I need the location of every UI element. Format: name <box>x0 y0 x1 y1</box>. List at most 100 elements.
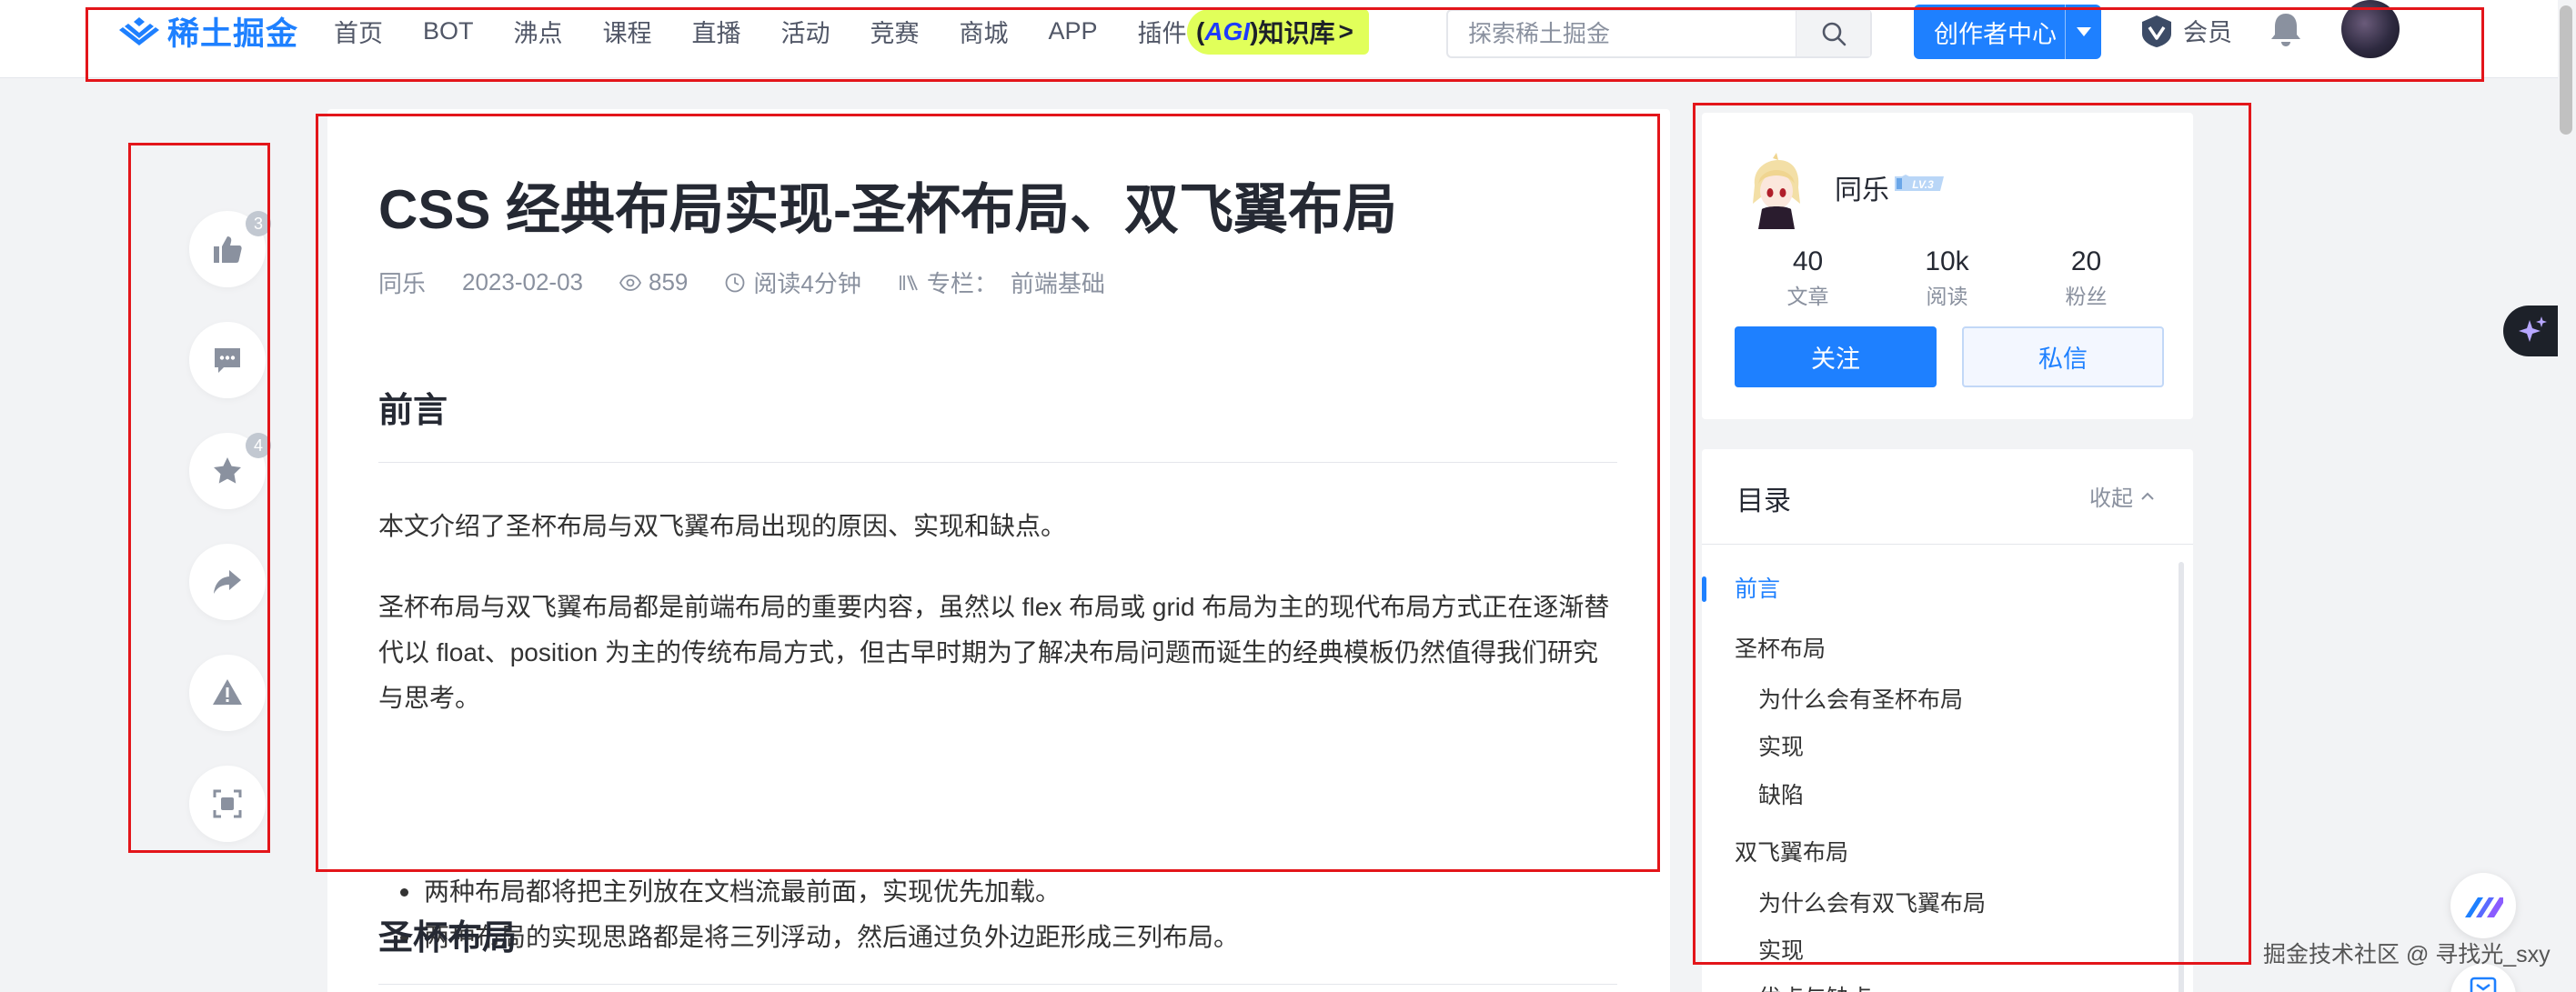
collect-count-badge: 4 <box>246 433 271 458</box>
toc-item[interactable]: 缺陷 <box>1758 777 1804 810</box>
juejin-logo[interactable]: 稀土掘金 <box>118 13 298 52</box>
nav-item-app[interactable]: APP <box>1049 17 1098 45</box>
agi-paren-open: ( <box>1196 17 1205 45</box>
nav-item-events[interactable]: 活动 <box>781 14 830 49</box>
stat-followers[interactable]: 20 粉丝 <box>2017 244 2156 313</box>
view-count-value: 859 <box>649 268 689 296</box>
body-paragraph: 圣杯布局与双飞翼布局都是前端布局的重要内容，虽然以 flex 布局或 grid … <box>378 593 1610 712</box>
read-time: 阅读4分钟 <box>724 266 861 299</box>
section-heading-holy-grail: 圣杯布局 <box>378 919 518 957</box>
user-avatar[interactable] <box>2341 0 2400 58</box>
like-count-badge: 3 <box>246 211 271 236</box>
nav-item-shop[interactable]: 商城 <box>960 14 1009 49</box>
level-text: LV.3 <box>1912 178 1934 191</box>
assistant-logo-icon <box>2465 897 2503 917</box>
top-navbar: 稀土掘金 首页 BOT 沸点 课程 直播 活动 竞赛 商城 APP 插件 (AG… <box>0 0 2576 78</box>
stat-label: 文章 <box>1786 285 1829 308</box>
nav-item-pins[interactable]: 沸点 <box>514 14 563 49</box>
toc-item[interactable]: 实现 <box>1758 933 1804 966</box>
search-button[interactable] <box>1796 11 1870 56</box>
toc-divider <box>1702 544 2193 545</box>
notification-bell-icon[interactable] <box>2269 11 2303 47</box>
creator-dropdown-button[interactable] <box>2065 5 2101 59</box>
nav-item-bot[interactable]: BOT <box>423 17 474 45</box>
author-avatar[interactable] <box>1738 153 1815 229</box>
nav-item-courses[interactable]: 课程 <box>603 14 652 49</box>
eye-icon <box>619 274 642 291</box>
main-nav: 首页 BOT 沸点 课程 直播 活动 竞赛 商城 APP 插件 <box>334 13 1227 49</box>
comment-button[interactable] <box>189 322 266 398</box>
article-content: CSS 经典布局实现-圣杯布局、双飞翼布局 同乐 2023-02-03 859 … <box>327 109 1670 992</box>
collect-button[interactable]: 4 <box>189 433 271 509</box>
like-button[interactable]: 3 <box>189 211 271 287</box>
caret-down-icon <box>2076 27 2091 36</box>
toc-active-indicator <box>1702 576 1706 602</box>
toc-item[interactable]: 为什么会有圣杯布局 <box>1758 682 1963 715</box>
fullscreen-button[interactable] <box>189 766 266 842</box>
toc-item[interactable]: 优点与缺点 <box>1758 980 1872 992</box>
read-time-value: 阅读4分钟 <box>753 270 861 297</box>
toc-title: 目录 <box>1736 486 1791 516</box>
list-item: 两种布局的实现思路都是将三列浮动，然后通过负外边距形成三列布局。 <box>378 915 1617 960</box>
vip-icon <box>2142 15 2171 47</box>
column-name-link[interactable]: 前端基础 <box>1011 266 1105 299</box>
watermark: 掘金技术社区 @ 寻找光_sxy <box>2263 942 2551 967</box>
page: 稀土掘金 首页 BOT 沸点 课程 直播 活动 竞赛 商城 APP 插件 (AG… <box>0 0 2576 992</box>
thumbs-up-icon <box>214 236 242 263</box>
share-button[interactable] <box>189 544 266 620</box>
agi-text: AGI <box>1204 17 1251 45</box>
article-title: CSS 经典布局实现-圣杯布局、双飞翼布局 <box>378 179 1398 240</box>
author-card: 同乐 LV.3 40 文章 10k 阅读 20 粉丝 关注 私信 <box>1702 113 2193 419</box>
vip-label: 会员 <box>2183 19 2232 46</box>
toc-item[interactable]: 圣杯布局 <box>1735 631 1826 664</box>
creator-center-label: 创作者中心 <box>1934 20 2057 48</box>
stat-value: 10k <box>1925 246 1969 276</box>
toc-collapse-button[interactable]: 收起 <box>2089 480 2157 512</box>
heading-divider <box>378 462 1617 463</box>
article-action-bar: 3 4 <box>189 211 271 877</box>
search-box <box>1446 9 1872 58</box>
author-name[interactable]: 同乐 <box>1835 167 1889 207</box>
author-name-link[interactable]: 同乐 <box>378 266 426 299</box>
nav-item-plugins[interactable]: 插件 <box>1138 14 1187 49</box>
chevron-up-icon <box>2141 492 2154 500</box>
heading-divider <box>378 984 1617 985</box>
star-icon <box>214 457 241 484</box>
juejin-assistant-button[interactable] <box>2450 873 2516 938</box>
private-message-button[interactable]: 私信 <box>1962 326 2164 387</box>
ai-assistant-button[interactable] <box>2503 306 2561 356</box>
view-count: 859 <box>619 268 688 296</box>
juejin-logo-icon <box>119 17 159 45</box>
toc-item[interactable]: 实现 <box>1758 729 1804 762</box>
toc-item[interactable]: 双飞翼布局 <box>1735 835 1848 867</box>
report-button[interactable] <box>189 655 266 731</box>
stat-value: 20 <box>2070 246 2102 276</box>
creator-center-button[interactable]: 创作者中心 <box>1914 5 2101 59</box>
publish-date: 2023-02-03 <box>462 268 584 296</box>
search-input[interactable] <box>1448 11 1797 56</box>
toc-collapse-label: 收起 <box>2089 486 2133 511</box>
page-scrollbar[interactable] <box>2558 0 2576 992</box>
toc-item[interactable]: 为什么会有双飞翼布局 <box>1758 886 1986 918</box>
nav-item-home[interactable]: 首页 <box>334 14 383 49</box>
agi-label: 知识库 <box>1258 19 1335 47</box>
vip-link[interactable]: 会员 <box>2139 13 2232 48</box>
stat-articles[interactable]: 40 文章 <box>1738 244 1877 313</box>
level-badge: LV.3 <box>1895 175 1944 191</box>
follow-button[interactable]: 关注 <box>1735 326 1937 387</box>
nav-item-live[interactable]: 直播 <box>692 14 741 49</box>
table-of-contents: 目录 收起 前言 圣杯布局 为什么会有圣杯布局 实现 缺陷 双飞翼布局 为什么会… <box>1702 449 2193 992</box>
nav-item-contests[interactable]: 竞赛 <box>870 14 920 49</box>
stat-reads: 10k 阅读 <box>1877 244 2017 313</box>
share-arrow-icon <box>214 570 241 594</box>
toc-scrollbar[interactable] <box>2179 562 2184 992</box>
list-item: 两种布局都将把主列放在文档流最前面，实现优先加载。 <box>378 869 1617 915</box>
intro-paragraph: 本文介绍了圣杯布局与双飞翼布局出现的原因、实现和缺点。 <box>378 512 1067 540</box>
agi-arrow: > <box>1338 17 1353 45</box>
agi-knowledge-base-link[interactable]: (AGI) 知识库 > <box>1187 9 1369 55</box>
toc-item[interactable]: 前言 <box>1735 571 1780 604</box>
stat-label: 阅读 <box>1926 285 1968 308</box>
fullscreen-icon <box>213 789 242 818</box>
page-scrollbar-thumb[interactable] <box>2560 5 2572 135</box>
sparkle-icon <box>2519 316 2547 342</box>
